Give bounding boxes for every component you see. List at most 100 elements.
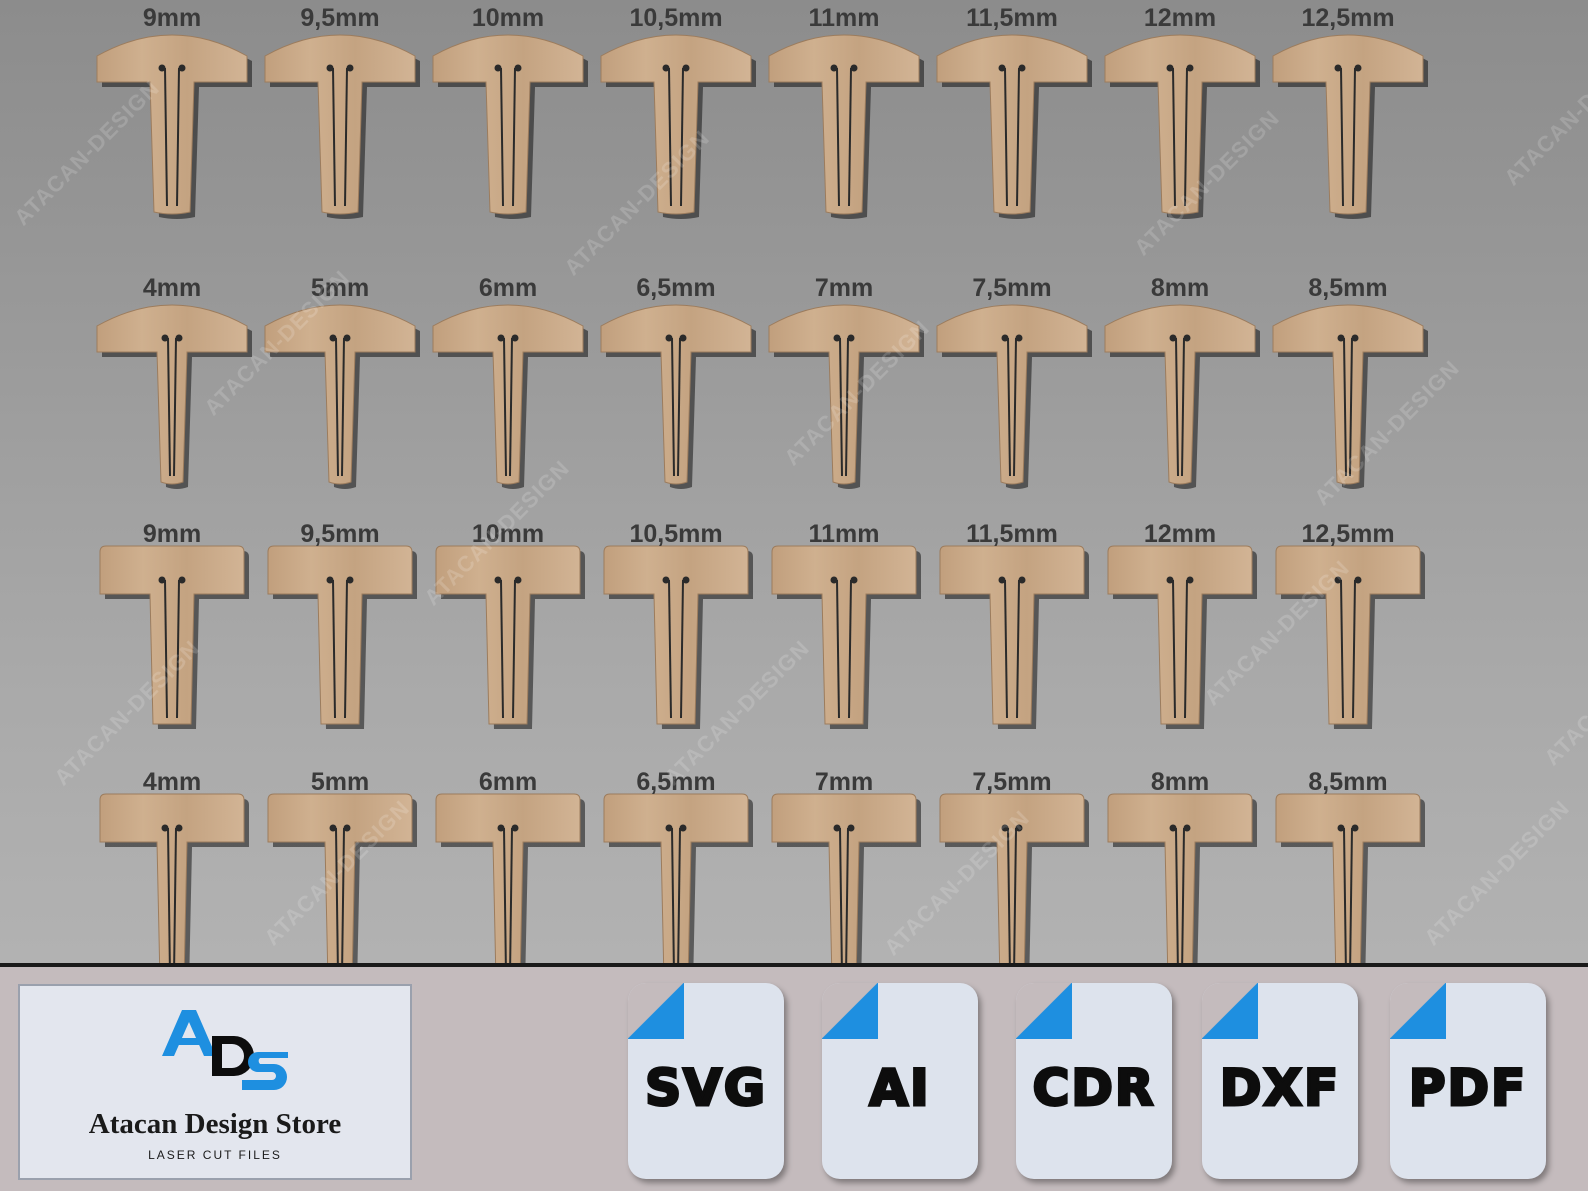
piece-body [936,34,1088,215]
format-label: CDR [1031,1058,1156,1119]
piece-body [600,34,752,215]
piece-body [267,545,413,725]
slot-hole [998,64,1006,72]
slot-hole [682,576,690,584]
piece-body [1272,34,1424,215]
clip-piece: 9mm [99,520,249,729]
size-label: 6mm [479,274,537,302]
piece-body [939,545,1085,725]
size-label: 6,5mm [636,274,715,302]
piece-body [96,304,248,485]
clip-piece: 6mm [435,768,585,963]
size-label: 8mm [1151,768,1209,796]
format-label: PDF [1407,1058,1528,1119]
size-label: 4mm [143,274,201,302]
size-label: 9,5mm [300,520,379,548]
piece-body [771,793,917,963]
slot-hole [511,334,519,342]
slot-hole [1354,64,1362,72]
clip-piece: 5mm [264,274,420,489]
size-label: 7mm [815,274,873,302]
clip-piece: 7mm [771,768,921,963]
piece-body [99,545,245,725]
slot-hole [665,824,673,832]
size-label: 10,5mm [629,520,722,548]
slot-hole [679,334,687,342]
clip-piece: 7,5mm [939,768,1089,963]
slot-hole [346,576,354,584]
footer-bar: Atacan Design Store LASER CUT FILES SVG … [0,967,1588,1191]
clip-piece: 7mm [768,274,924,489]
slot-hole [682,64,690,72]
format-ai-badge[interactable]: AI [822,983,978,1179]
size-label: 8,5mm [1308,768,1387,796]
clip-piece: 8mm [1104,274,1260,489]
slot-hole [178,64,186,72]
slot-hole [1334,576,1342,584]
clip-piece: 8,5mm [1275,768,1425,963]
format-label: AI [868,1058,931,1119]
slot-hole [158,64,166,72]
piece-body [603,793,749,963]
size-label: 9mm [143,4,201,32]
format-pdf-badge[interactable]: PDF [1390,983,1546,1179]
slot-hole [1001,334,1009,342]
size-label: 12,5mm [1301,4,1394,32]
clip-piece: 11mm [771,520,921,729]
slot-hole [998,576,1006,584]
piece-body [1272,304,1424,485]
clip-piece: 6mm [432,274,588,489]
slot-hole [1169,334,1177,342]
size-label: 12mm [1144,4,1216,32]
format-dxf-badge[interactable]: DXF [1202,983,1358,1179]
slot-hole [326,64,334,72]
size-label: 8mm [1151,274,1209,302]
size-label: 6mm [479,768,537,796]
clip-piece: 10mm [432,4,588,219]
size-label: 8,5mm [1308,274,1387,302]
slot-hole [175,824,183,832]
slot-hole [847,334,855,342]
slot-hole [1334,64,1342,72]
format-cdr-badge[interactable]: CDR [1016,983,1172,1179]
product-preview: 9mm 9,5mm 10mm 10,5mm 11mm 11,5mm 12mm 12,5mm 4m… [0,0,1588,963]
slot-hole [343,334,351,342]
slot-hole [1166,576,1174,584]
clip-piece: 12mm [1104,4,1260,219]
size-label: 11,5mm [966,4,1058,32]
format-label: SVG [644,1058,767,1119]
clip-piece: 11,5mm [936,4,1092,219]
clip-piece: 11,5mm [939,520,1089,729]
slot-hole [830,576,838,584]
slot-hole [1354,576,1362,584]
piece-body [1275,793,1421,963]
format-label: DXF [1218,1058,1341,1119]
clip-piece: 9mm [96,4,252,219]
slot-hole [830,64,838,72]
store-logo-card[interactable]: Atacan Design Store LASER CUT FILES [18,984,412,1180]
slot-hole [514,64,522,72]
clip-piece: 12,5mm [1275,520,1425,729]
slot-hole [1186,576,1194,584]
clip-piece: 6,5mm [600,274,756,489]
clip-piece: 9,5mm [267,520,417,729]
slot-hole [847,824,855,832]
clip-piece: 10,5mm [600,4,756,219]
slot-hole [679,824,687,832]
slot-hole [850,576,858,584]
piece-body [435,793,581,963]
slot-hole [497,334,505,342]
slot-hole [833,334,841,342]
slot-hole [329,824,337,832]
clip-piece: 5mm [267,768,417,963]
clip-piece: 7,5mm [936,274,1092,489]
clip-piece: 4mm [99,768,249,963]
piece-body [1107,793,1253,963]
piece-body [435,545,581,725]
slot-hole [497,824,505,832]
slot-hole [511,824,519,832]
clip-piece: 9,5mm [264,4,420,219]
format-svg-badge[interactable]: SVG [628,983,784,1179]
slot-hole [343,824,351,832]
slot-hole [1166,64,1174,72]
